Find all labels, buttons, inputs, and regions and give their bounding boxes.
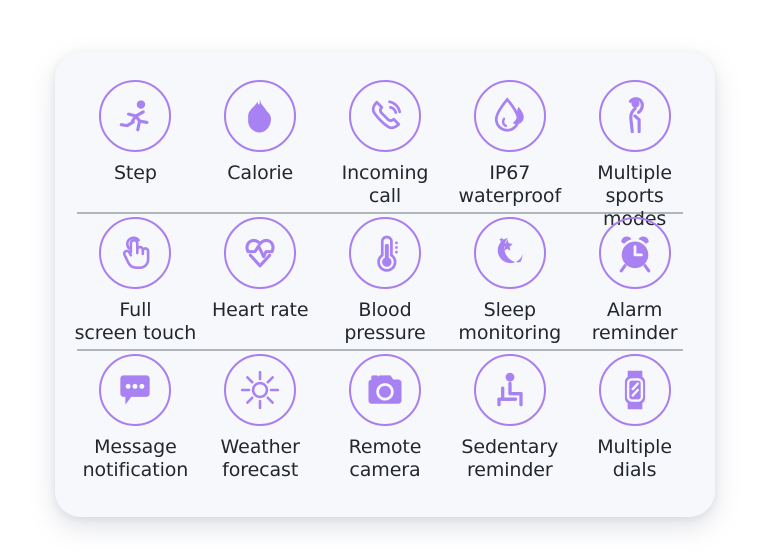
hand-tap-icon (99, 217, 172, 289)
feature-tile-weather-forecast[interactable]: Weather forecast (198, 354, 323, 482)
feature-row: Full screen touch Heart rate Blood press… (73, 217, 697, 345)
incoming-call-icon (348, 80, 421, 152)
feature-tile-label: Full screen touch (74, 299, 197, 344)
feature-tile-waterproof[interactable]: IP67 waterproof (447, 80, 572, 208)
feature-tile-label: Remote camera (348, 436, 422, 481)
feature-grid-screen: Step Calorie Incoming call IP67 waterpro… (0, 0, 772, 558)
feature-row: Message notification Weather forecast Re… (73, 354, 697, 482)
water-drop-icon (473, 80, 546, 152)
thermometer-icon (348, 217, 421, 289)
feature-card: Step Calorie Incoming call IP67 waterpro… (55, 52, 715, 517)
sitting-person-icon (473, 354, 546, 426)
feature-tile-incoming-call[interactable]: Incoming call (323, 80, 448, 208)
feature-tile-label: Step (113, 162, 157, 184)
feature-tile-calorie[interactable]: Calorie (198, 80, 323, 185)
feature-row: Step Calorie Incoming call IP67 waterpro… (73, 80, 697, 231)
camera-icon (348, 354, 421, 426)
feature-tile-label: Incoming call (341, 162, 429, 207)
feature-tile-sedentary-reminder[interactable]: Sedentary reminder (447, 354, 572, 482)
feature-tile-sports-modes[interactable]: Multiple sports modes (572, 80, 697, 231)
feature-tile-heart-rate[interactable]: Heart rate (198, 217, 323, 322)
feature-grid: Step Calorie Incoming call IP67 waterpro… (55, 52, 715, 517)
message-bubble-icon (99, 354, 172, 426)
alarm-clock-icon (598, 217, 671, 289)
feature-tile-alarm-reminder[interactable]: Alarm reminder (572, 217, 697, 345)
stretching-person-icon (598, 80, 671, 152)
sun-icon (224, 354, 297, 426)
feature-tile-label: Blood pressure (344, 299, 426, 344)
feature-tile-label: Calorie (227, 162, 294, 184)
feature-tile-message-notification[interactable]: Message notification (73, 354, 198, 482)
running-person-icon (99, 80, 172, 152)
heart-pulse-icon (224, 217, 297, 289)
feature-tile-label: Multiple dials (597, 436, 672, 481)
feature-tile-full-screen-touch[interactable]: Full screen touch (73, 217, 198, 345)
feature-tile-sleep-monitoring[interactable]: Sleep monitoring (447, 217, 572, 345)
feature-tile-remote-camera[interactable]: Remote camera (323, 354, 448, 482)
feature-tile-label: Sleep monitoring (458, 299, 562, 344)
feature-tile-multiple-dials[interactable]: Multiple dials (572, 354, 697, 482)
feature-tile-label: Heart rate (211, 299, 309, 321)
feature-tile-step[interactable]: Step (73, 80, 198, 185)
row-divider (77, 349, 683, 351)
feature-tile-label: Weather forecast (220, 436, 300, 481)
moon-star-icon (473, 217, 546, 289)
flame-icon (224, 80, 297, 152)
feature-tile-label: Alarm reminder (591, 299, 678, 344)
feature-tile-blood-pressure[interactable]: Blood pressure (323, 217, 448, 345)
smartwatch-icon (598, 354, 671, 426)
feature-tile-label: IP67 waterproof (458, 162, 562, 207)
feature-tile-label: Message notification (82, 436, 189, 481)
feature-tile-label: Sedentary reminder (461, 436, 559, 481)
